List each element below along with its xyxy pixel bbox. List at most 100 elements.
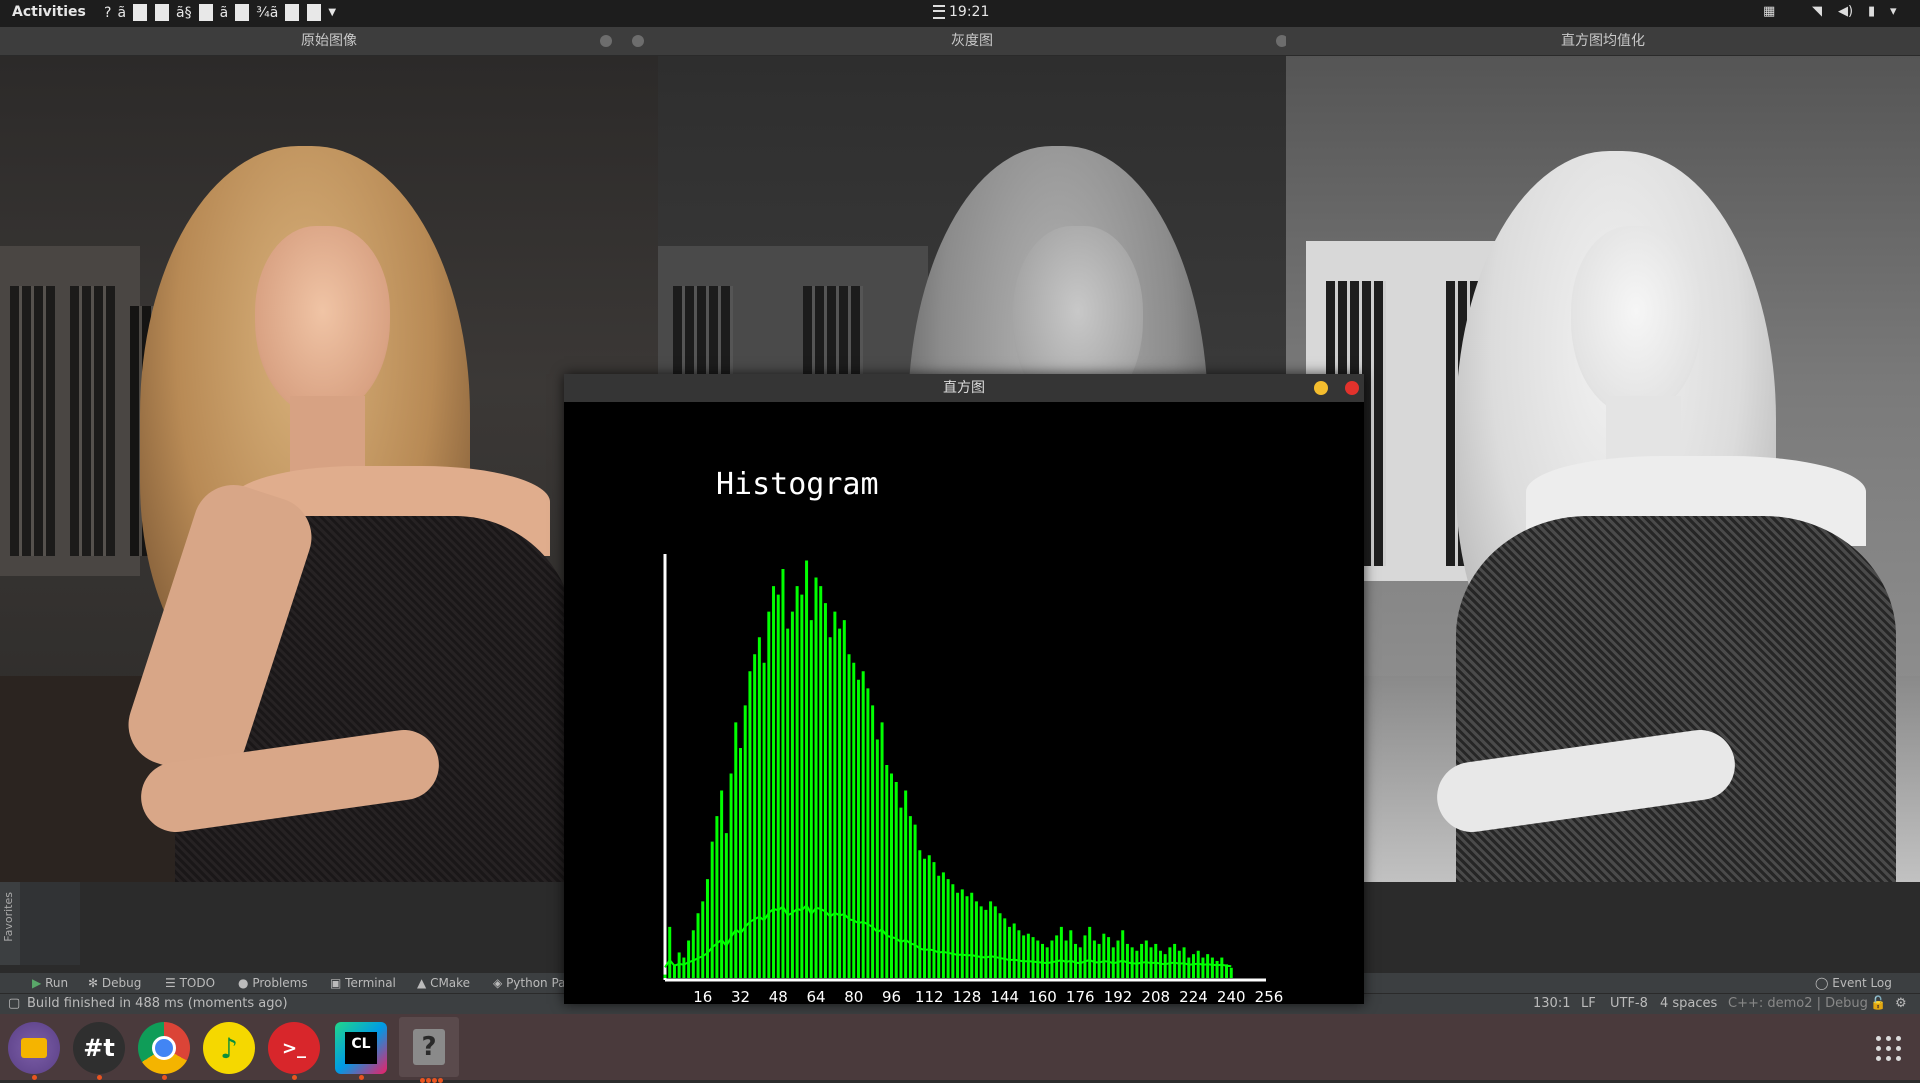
glyph-box: [307, 4, 322, 21]
indent-setting[interactable]: 4 spaces: [1660, 996, 1717, 1011]
run-icon: ▶: [32, 976, 42, 990]
equalized-photo: [1286, 56, 1920, 882]
running-indicator: [162, 1075, 167, 1080]
app-menu-text: ã§: [176, 4, 192, 21]
tab-label: Python Pa: [506, 976, 566, 990]
list-icon: ☰: [165, 976, 176, 990]
clion-icon: CL: [335, 1022, 387, 1074]
dock-app-chrome[interactable]: [138, 1022, 190, 1080]
tab-label: CMake: [430, 976, 471, 990]
notification-icon: [933, 5, 945, 19]
original-photo: [0, 56, 658, 882]
window-titlebar[interactable]: 直方图: [564, 374, 1364, 402]
glyph-box: [285, 4, 300, 21]
tab-label: Run: [45, 976, 69, 990]
ide-gutter: [20, 882, 80, 965]
chevron-down-icon[interactable]: ▾: [1890, 4, 1897, 19]
cursor-position[interactable]: 130:1: [1533, 996, 1570, 1011]
window-titlebar[interactable]: 直方图均值化: [1286, 27, 1920, 56]
terminal-icon: >_: [281, 1037, 307, 1059]
glyph-box: [235, 4, 250, 21]
clock[interactable]: 19:21: [933, 4, 989, 20]
histogram-window[interactable]: 直方图 Histogram 16 32 48 64 80 96 112 128 144 160 17…: [564, 374, 1364, 1004]
favorites-tab[interactable]: Favorites: [2, 892, 15, 942]
volume-icon[interactable]: ◀): [1838, 4, 1853, 19]
original-image-window[interactable]: 原始图像: [0, 27, 658, 882]
dock-app-terminal[interactable]: >_: [268, 1022, 320, 1080]
x-tick-label: 64: [806, 988, 825, 1004]
activities-button[interactable]: Activities: [12, 4, 86, 20]
window-title: 灰度图: [951, 33, 993, 49]
glyph-box: [155, 4, 170, 21]
file-encoding[interactable]: UTF-8: [1610, 996, 1648, 1011]
app-menu-text: ã: [219, 4, 229, 21]
window-titlebar[interactable]: 灰度图: [658, 27, 1286, 56]
clock-text: 19:21: [949, 4, 990, 20]
dock-app-files[interactable]: [8, 1022, 60, 1080]
tab-problems[interactable]: ● Problems: [238, 976, 308, 990]
running-indicator: [292, 1075, 297, 1080]
tab-terminal[interactable]: ▣ Terminal: [330, 976, 396, 990]
x-tick-label: 192: [1104, 988, 1133, 1004]
close-button[interactable]: [1345, 381, 1359, 395]
close-button[interactable]: [632, 35, 644, 47]
histogram-spikes: [663, 560, 1233, 978]
music-note-icon: ♪: [220, 1031, 238, 1065]
status-panel-icon[interactable]: ▢: [8, 996, 20, 1011]
running-indicator: [32, 1075, 37, 1080]
dock-app-unknown[interactable]: ?: [399, 1017, 459, 1083]
ide-left-sidebar: Favorites: [0, 882, 20, 965]
battery-icon[interactable]: ▮: [1868, 4, 1875, 19]
show-applications-icon[interactable]: [1876, 1036, 1902, 1062]
minimize-button[interactable]: [600, 35, 612, 47]
inspector-icon[interactable]: ⚙: [1895, 996, 1907, 1011]
tab-label: Debug: [101, 976, 142, 990]
window-title: 直方图: [943, 380, 985, 396]
unknown-app-icon: ?: [399, 1017, 459, 1077]
dock-app-typora[interactable]: #t: [73, 1022, 125, 1080]
top-bar: Activities ? ã ã§ ã ¾ã ▼ 19:21 ▦ ◥ ◀) ▮ …: [0, 0, 1920, 27]
terminal-icon: ▣: [330, 976, 342, 990]
tab-cmake[interactable]: ▲ CMake: [417, 976, 470, 990]
chevron-down-icon: ▼: [328, 7, 337, 18]
dock-app-clion[interactable]: CL: [335, 1022, 387, 1080]
tab-run[interactable]: ▶ Run: [32, 976, 68, 990]
app-menu[interactable]: ? ã ã§ ã ¾ã ▼: [104, 4, 336, 21]
event-log-button[interactable]: ◯ Event Log: [1815, 976, 1892, 990]
line-ending[interactable]: LF: [1581, 996, 1596, 1011]
x-tick-labels: 16 32 48 64 80 96 112 128 144 160 176 192 208 224 240 2…: [693, 988, 1283, 1004]
running-indicator: [420, 1078, 425, 1083]
window-title: 直方图均值化: [1561, 33, 1645, 49]
lock-icon[interactable]: 🔓: [1870, 996, 1886, 1011]
glyph-box: [198, 4, 213, 21]
event-log-label: Event Log: [1832, 976, 1892, 990]
tab-label: Problems: [252, 976, 308, 990]
close-button[interactable]: [1276, 35, 1286, 47]
build-status-text: Build finished in 488 ms (moments ago): [27, 996, 288, 1011]
equalized-image-window[interactable]: 直方图均值化: [1286, 27, 1920, 882]
x-tick-label: 48: [769, 988, 788, 1004]
x-tick-label: 32: [731, 988, 750, 1004]
clion-glyph: CL: [345, 1032, 377, 1064]
typora-icon: #t: [83, 1034, 115, 1062]
x-tick-label: 224: [1179, 988, 1208, 1004]
histogram-title: Histogram: [716, 467, 879, 502]
dock-app-music[interactable]: ♪: [203, 1022, 255, 1074]
build-context[interactable]: C++: demo2 | Debug: [1728, 996, 1868, 1011]
x-tick-label: 80: [844, 988, 863, 1004]
tab-label: TODO: [179, 976, 216, 990]
window-titlebar[interactable]: 原始图像: [0, 27, 658, 56]
keyboard-icon[interactable]: ▦: [1763, 4, 1775, 19]
tab-debug[interactable]: ✻ Debug: [88, 976, 141, 990]
x-tick-label: 176: [1066, 988, 1095, 1004]
network-icon[interactable]: ◥: [1812, 4, 1822, 19]
folder-icon: [8, 1022, 60, 1074]
minimize-button[interactable]: [1314, 381, 1328, 395]
tab-python-packages[interactable]: ◈ Python Pa: [493, 976, 566, 990]
histogram-canvas: Histogram 16 32 48 64 80 96 112 128 144 160 176 192…: [663, 467, 1283, 1004]
tab-todo[interactable]: ☰ TODO: [165, 976, 215, 990]
x-tick-label: 208: [1141, 988, 1170, 1004]
x-tick-label: 128: [953, 988, 982, 1004]
cmake-icon: ▲: [417, 976, 427, 990]
info-icon: ●: [238, 976, 249, 990]
